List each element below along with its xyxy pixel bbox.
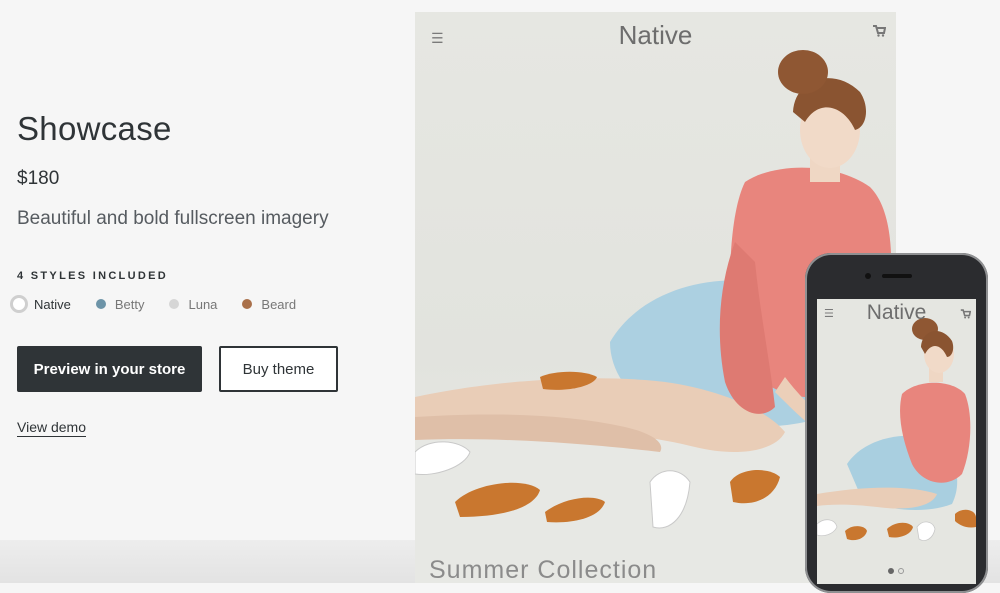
- style-label: Native: [34, 296, 71, 312]
- style-picker: Native Betty Luna Beard: [10, 295, 321, 313]
- style-label: Luna: [188, 296, 218, 312]
- phone-camera: [865, 273, 871, 279]
- cart-icon[interactable]: [872, 24, 887, 42]
- slide-dot-1[interactable]: [888, 568, 894, 574]
- style-option-luna[interactable]: Luna: [169, 297, 217, 312]
- style-swatch-native: [10, 295, 28, 313]
- store-brand: Native: [618, 20, 693, 50]
- theme-tagline: Beautiful and bold fullscreen imagery: [17, 208, 329, 229]
- style-label: Beard: [261, 296, 297, 312]
- style-option-native[interactable]: Native: [10, 295, 71, 313]
- mobile-cart-icon[interactable]: [960, 306, 972, 324]
- mobile-preview: ☰ Native: [817, 299, 976, 584]
- theme-title: Showcase: [17, 110, 172, 147]
- style-option-beard[interactable]: Beard: [242, 297, 296, 312]
- slide-dot-2[interactable]: [898, 568, 904, 574]
- style-swatch-luna: [169, 299, 180, 309]
- mobile-device-frame: ☰ Native: [805, 253, 988, 593]
- mobile-store-brand: Native: [866, 301, 927, 324]
- style-swatch-betty: [95, 299, 106, 309]
- mobile-hero-photo: [817, 318, 976, 541]
- collection-heading: Summer Collection: [429, 556, 658, 583]
- style-option-betty[interactable]: Betty: [95, 296, 145, 312]
- style-swatch-beard: [242, 299, 253, 309]
- styles-heading: 4 STYLES INCLUDED: [17, 270, 168, 282]
- buy-theme-button[interactable]: Buy theme: [219, 346, 338, 392]
- style-label: Betty: [114, 296, 145, 312]
- phone-speaker: [882, 274, 912, 278]
- preview-in-store-button[interactable]: Preview in your store: [17, 346, 202, 392]
- view-demo-link[interactable]: View demo: [17, 419, 87, 437]
- slideshow-dots: [888, 568, 908, 574]
- theme-price: $180: [17, 168, 60, 189]
